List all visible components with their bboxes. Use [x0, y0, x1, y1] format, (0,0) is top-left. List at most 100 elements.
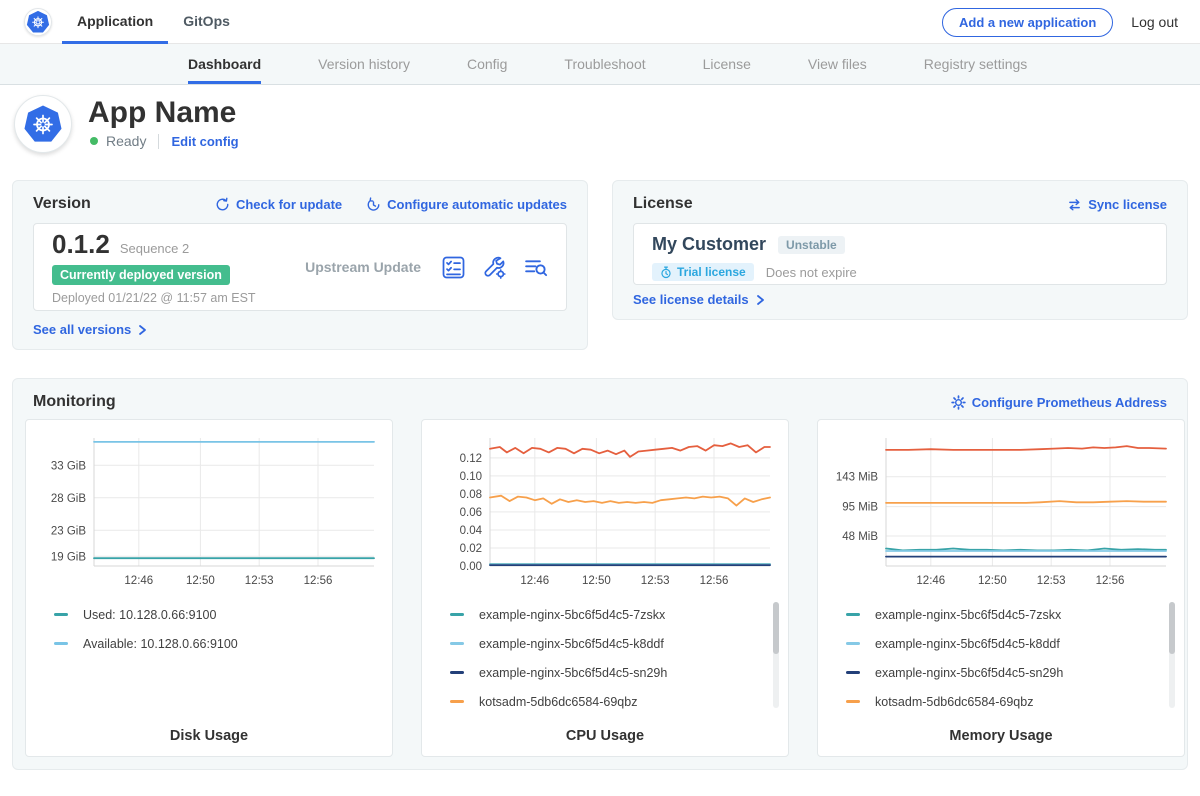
sync-icon [1067, 198, 1082, 212]
tab-dashboard[interactable]: Dashboard [188, 44, 261, 84]
legend-scrollbar[interactable] [1169, 602, 1175, 708]
tab-version-history[interactable]: Version history [318, 44, 410, 84]
legend-item: example-nginx-5bc6f5d4c5-k8ddf [450, 629, 762, 658]
clock-refresh-icon [366, 197, 381, 212]
see-license-details-label: See license details [633, 292, 749, 307]
add-application-button[interactable]: Add a new application [942, 8, 1113, 37]
svg-text:12:50: 12:50 [978, 575, 1007, 587]
cpu-usage-plot: 0.000.020.040.060.080.100.1212:4612:5012… [432, 430, 778, 595]
see-all-versions-link[interactable]: See all versions [33, 322, 147, 337]
svg-text:0.06: 0.06 [460, 507, 482, 519]
version-card-title: Version [33, 195, 91, 213]
disk-usage-legend: Used: 10.128.0.66:9100Available: 10.128.… [54, 600, 366, 658]
svg-text:143 MiB: 143 MiB [836, 472, 879, 484]
chart-title: Memory Usage [818, 728, 1184, 744]
svg-text:0.02: 0.02 [460, 543, 482, 555]
legend-item: kotsadm-5db6dc6584-69qbz [846, 687, 1158, 716]
topnav-tabs: Application GitOps [62, 0, 245, 44]
legend-label: example-nginx-5bc6f5d4c5-sn29h [875, 666, 1063, 680]
logout-link[interactable]: Log out [1131, 14, 1178, 30]
scrollbar-thumb[interactable] [773, 602, 779, 654]
page-title: App Name [88, 96, 236, 130]
gear-icon [951, 395, 966, 410]
monitoring-card: Monitoring Configure Prometheus Address … [12, 378, 1188, 770]
license-card: License Sync license My Customer Unstabl… [612, 180, 1188, 320]
sync-license-link[interactable]: Sync license [1067, 197, 1167, 212]
configure-automatic-updates-label: Configure automatic updates [387, 197, 567, 212]
sync-license-label: Sync license [1088, 197, 1167, 212]
svg-text:0.04: 0.04 [460, 525, 483, 537]
status-text: Ready [106, 133, 146, 149]
divider [158, 134, 159, 149]
legend-label: example-nginx-5bc6f5d4c5-k8ddf [875, 637, 1060, 651]
version-source: Upstream Update [285, 259, 441, 275]
legend-color-dash [846, 700, 860, 703]
cpu-usage-chart-card: 0.000.020.040.060.080.100.1212:4612:5012… [421, 419, 789, 757]
top-navbar: Application GitOps Add a new application… [0, 0, 1200, 44]
legend-item: example-nginx-5bc6f5d4c5-7zskx [450, 600, 762, 629]
legend-color-dash [54, 642, 68, 645]
svg-text:23 GiB: 23 GiB [51, 525, 86, 537]
legend-item: example-nginx-5bc6f5d4c5-k8ddf [846, 629, 1158, 658]
disk-usage-plot: 19 GiB23 GiB28 GiB33 GiB12:4612:5012:531… [36, 430, 382, 595]
kubernetes-logo-icon[interactable] [24, 8, 52, 36]
view-deploy-logs-icon[interactable] [523, 255, 548, 280]
legend-color-dash [450, 613, 464, 616]
monitoring-title: Monitoring [33, 393, 116, 411]
svg-text:48 MiB: 48 MiB [842, 531, 878, 543]
svg-text:12:53: 12:53 [1037, 575, 1066, 587]
legend-label: example-nginx-5bc6f5d4c5-7zskx [479, 608, 665, 622]
configure-prometheus-link[interactable]: Configure Prometheus Address [951, 395, 1167, 410]
tab-license[interactable]: License [703, 44, 751, 84]
tab-config[interactable]: Config [467, 44, 507, 84]
legend-color-dash [450, 671, 464, 674]
svg-text:12:50: 12:50 [186, 575, 215, 587]
kubernetes-app-icon [23, 104, 63, 144]
app-subnav: Dashboard Version history Config Trouble… [0, 44, 1200, 85]
version-card-links: Check for update Configure automatic upd… [215, 197, 567, 212]
disk-usage-chart-card: 19 GiB23 GiB28 GiB33 GiB12:4612:5012:531… [25, 419, 393, 757]
version-info: 0.1.2 Sequence 2 Currently deployed vers… [52, 229, 285, 305]
legend-color-dash [846, 613, 860, 616]
tab-troubleshoot[interactable]: Troubleshoot [564, 44, 645, 84]
see-license-details-link[interactable]: See license details [633, 292, 765, 307]
svg-text:12:53: 12:53 [245, 575, 274, 587]
preflight-checks-icon[interactable] [441, 255, 466, 280]
legend-label: example-nginx-5bc6f5d4c5-7zskx [875, 608, 1061, 622]
tab-registry-settings[interactable]: Registry settings [924, 44, 1027, 84]
scrollbar-thumb[interactable] [1169, 602, 1175, 654]
legend-color-dash [450, 642, 464, 645]
svg-text:0.00: 0.00 [460, 561, 482, 573]
chart-title: Disk Usage [26, 728, 392, 744]
legend-color-dash [846, 642, 860, 645]
version-number: 0.1.2 [52, 229, 110, 260]
check-for-update-link[interactable]: Check for update [215, 197, 342, 212]
legend-label: kotsadm-5db6dc6584-69qbz [479, 695, 637, 709]
memory-usage-legend: example-nginx-5bc6f5d4c5-7zskx example-ng… [846, 600, 1158, 716]
tab-gitops[interactable]: GitOps [168, 0, 245, 44]
license-type-badge: Trial license [652, 263, 754, 281]
edit-config-icon[interactable] [482, 255, 507, 280]
tab-view-files[interactable]: View files [808, 44, 867, 84]
version-actions [441, 255, 548, 280]
svg-text:28 GiB: 28 GiB [51, 493, 86, 505]
refresh-icon [215, 197, 230, 212]
legend-item: example-nginx-5bc6f5d4c5-sn29h [450, 658, 762, 687]
status-dot [90, 137, 98, 145]
edit-config-link[interactable]: Edit config [171, 134, 238, 149]
svg-text:0.12: 0.12 [460, 453, 482, 465]
svg-text:12:53: 12:53 [641, 575, 670, 587]
legend-scrollbar[interactable] [773, 602, 779, 708]
svg-text:33 GiB: 33 GiB [51, 460, 86, 472]
deployed-timestamp: Deployed 01/21/22 @ 11:57 am EST [52, 291, 285, 305]
cpu-usage-legend: example-nginx-5bc6f5d4c5-7zskx example-ng… [450, 600, 762, 716]
license-card-title: License [633, 195, 693, 213]
svg-text:12:56: 12:56 [700, 575, 729, 587]
customer-name: My Customer [652, 234, 766, 255]
configure-automatic-updates-link[interactable]: Configure automatic updates [366, 197, 567, 212]
svg-text:12:46: 12:46 [916, 575, 945, 587]
chart-title: CPU Usage [422, 728, 788, 744]
app-icon [14, 95, 72, 153]
legend-label: kotsadm-5db6dc6584-69qbz [875, 695, 1033, 709]
tab-application[interactable]: Application [62, 0, 168, 44]
